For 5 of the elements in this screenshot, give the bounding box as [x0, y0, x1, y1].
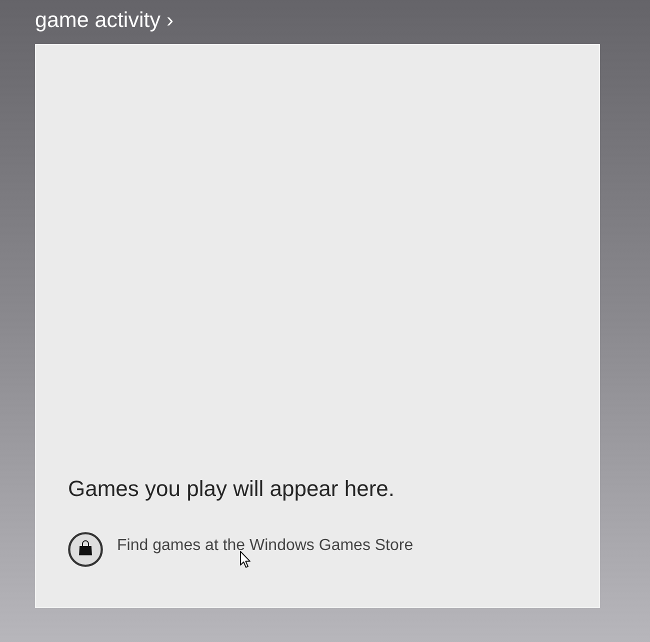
game-activity-link[interactable]: game activity › — [35, 0, 174, 44]
shopping-bag-icon — [68, 532, 103, 567]
store-link[interactable]: Find games at the Windows Games Store — [68, 532, 414, 567]
empty-message: Games you play will appear here. — [68, 475, 396, 503]
mouse-pointer-icon — [240, 551, 251, 568]
